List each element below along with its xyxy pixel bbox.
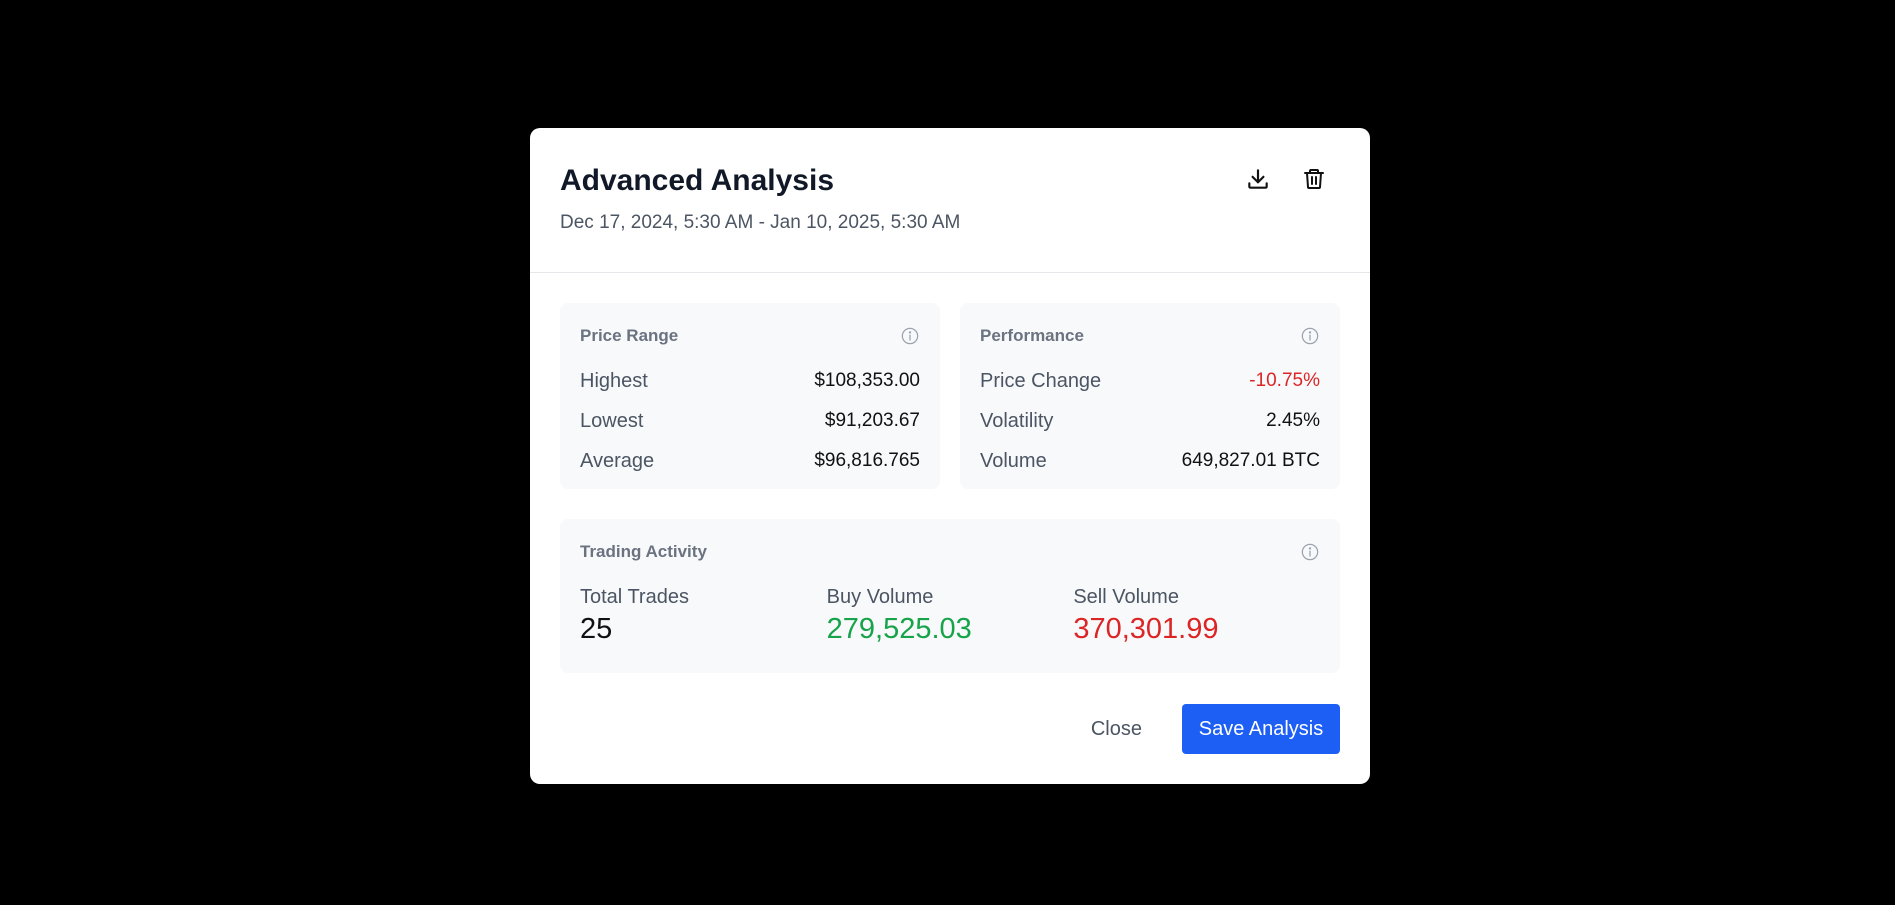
stat-label: Volume	[980, 449, 1047, 472]
buy-volume-value: 279,525.03	[826, 613, 972, 645]
download-icon	[1245, 166, 1271, 195]
stat-row-volatility: Volatility 2.45%	[980, 401, 1320, 441]
stat-row-lowest: Lowest $91,203.67	[580, 401, 920, 441]
close-button[interactable]: Close	[1071, 706, 1162, 753]
header-actions	[1242, 164, 1330, 196]
dialog-body: Price Range Highest $108,353.00 Lowest $…	[530, 273, 1370, 673]
stats-cards-row: Price Range Highest $108,353.00 Lowest $…	[560, 303, 1340, 489]
stat-row-average: Average $96,816.765	[580, 441, 920, 481]
stat-value: 2.45%	[1266, 410, 1320, 431]
save-analysis-button[interactable]: Save Analysis	[1182, 704, 1340, 754]
dialog-footer: Close Save Analysis	[1071, 704, 1340, 754]
stat-value: $108,353.00	[814, 370, 920, 391]
total-trades-value: 25	[580, 613, 613, 645]
dialog-title: Advanced Analysis	[560, 164, 834, 197]
price-range-card: Price Range Highest $108,353.00 Lowest $…	[560, 303, 940, 489]
stat-label: Lowest	[580, 409, 644, 432]
stat-value: $96,816.765	[814, 450, 920, 471]
delete-button[interactable]	[1298, 164, 1330, 196]
stat-label: Highest	[580, 369, 648, 392]
trade-label: Sell Volume	[1073, 586, 1179, 608]
performance-card: Performance Price Change -10.75% Volatil…	[960, 303, 1340, 489]
info-icon[interactable]	[1300, 542, 1320, 562]
dialog-header: Advanced Analysis Dec 17, 2024, 5:30 AM …	[530, 128, 1370, 273]
trading-activity-card-header: Trading Activity	[580, 541, 1320, 563]
total-trades-stat: Total Trades 25	[580, 585, 827, 647]
stat-value: -10.75%	[1249, 370, 1320, 391]
stat-label: Average	[580, 449, 655, 472]
stat-value: $91,203.67	[824, 410, 920, 431]
trade-label: Buy Volume	[826, 586, 934, 608]
stat-label: Price Change	[980, 369, 1102, 392]
stat-value: 649,827.01 BTC	[1181, 450, 1320, 471]
trash-icon	[1302, 166, 1326, 195]
trade-stats: Total Trades 25 Buy Volume 279,525.03 Se…	[580, 585, 1320, 647]
performance-title: Performance	[980, 326, 1084, 345]
price-range-card-header: Price Range	[580, 325, 920, 347]
performance-card-header: Performance	[980, 325, 1320, 347]
sell-volume-stat: Sell Volume 370,301.99	[1073, 585, 1320, 647]
stat-label: Volatility	[980, 409, 1054, 432]
stat-row-volume: Volume 649,827.01 BTC	[980, 441, 1320, 481]
buy-volume-stat: Buy Volume 279,525.03	[827, 585, 1074, 647]
sell-volume-value: 370,301.99	[1073, 613, 1219, 645]
stat-row-highest: Highest $108,353.00	[580, 361, 920, 401]
advanced-analysis-dialog: Advanced Analysis Dec 17, 2024, 5:30 AM …	[530, 128, 1370, 784]
info-icon[interactable]	[1300, 326, 1320, 346]
trading-activity-title: Trading Activity	[580, 542, 707, 561]
stat-row-price-change: Price Change -10.75%	[980, 361, 1320, 401]
download-button[interactable]	[1242, 164, 1274, 196]
price-range-title: Price Range	[580, 326, 679, 345]
trade-label: Total Trades	[580, 586, 689, 608]
trading-activity-card: Trading Activity Total Trades 25 Buy Vol…	[560, 519, 1340, 673]
info-icon[interactable]	[900, 326, 920, 346]
date-range: Dec 17, 2024, 5:30 AM - Jan 10, 2025, 5:…	[560, 212, 961, 233]
